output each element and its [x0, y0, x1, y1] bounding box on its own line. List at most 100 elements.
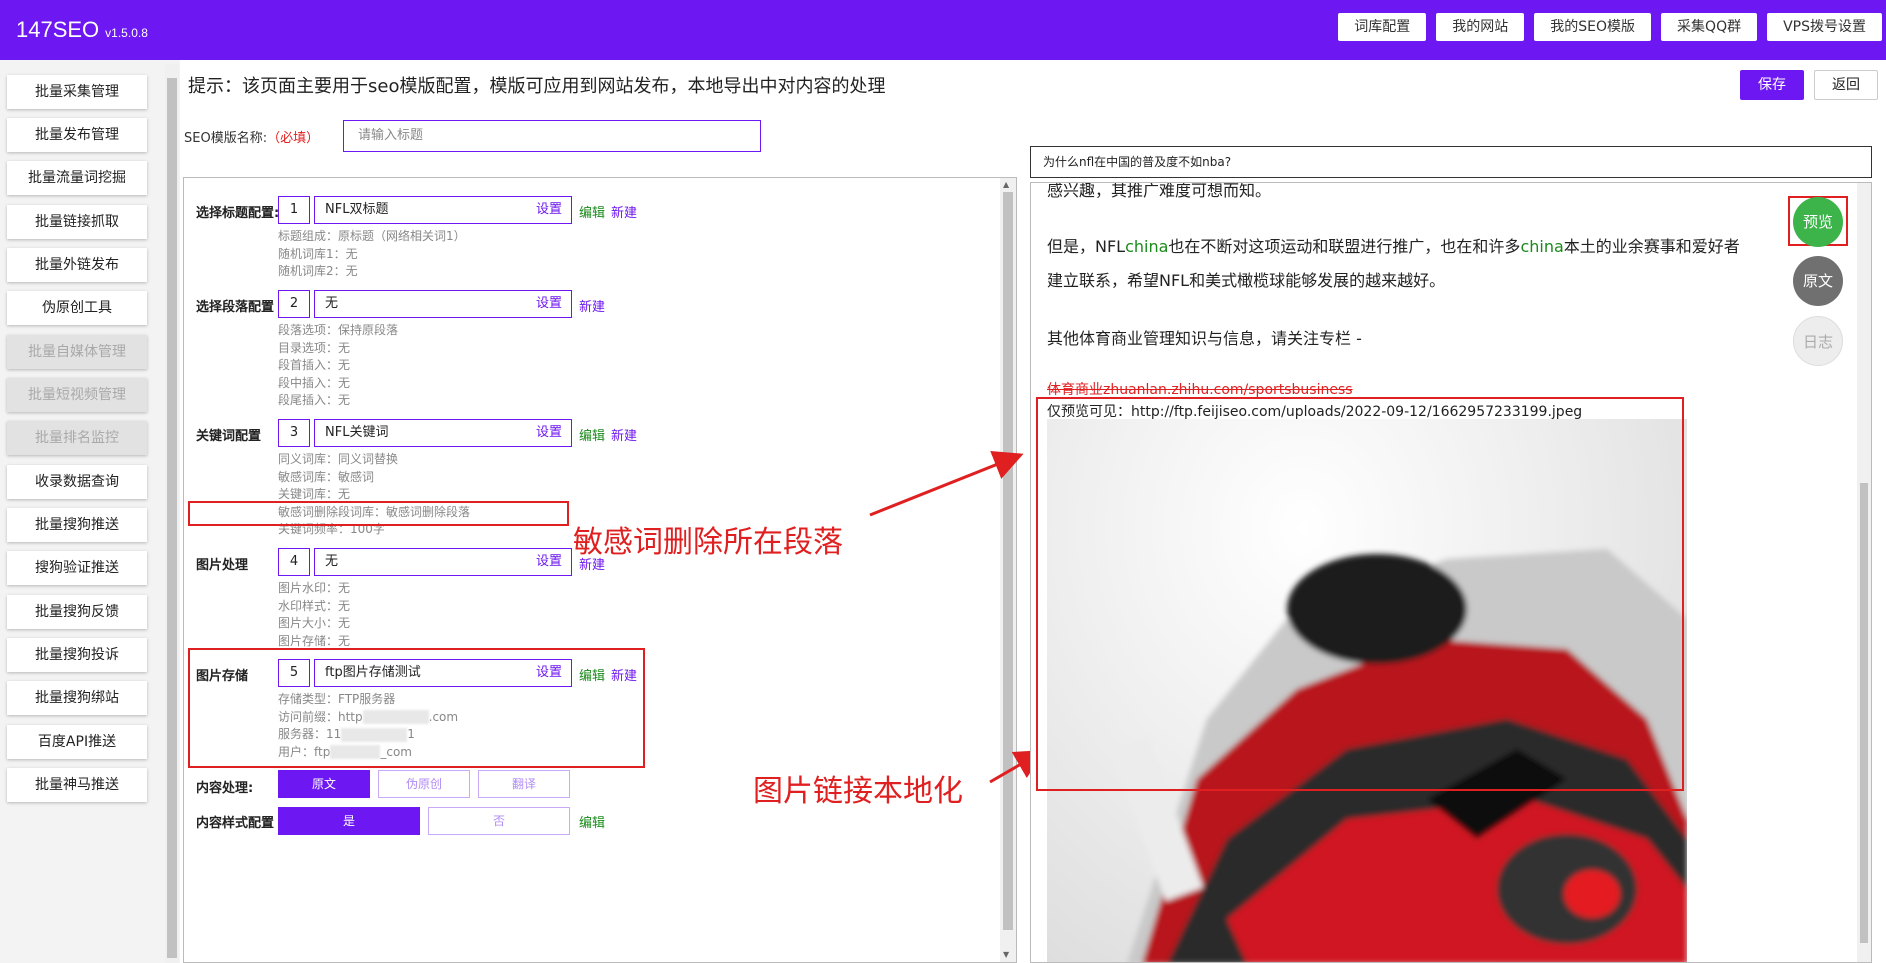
- redacted-blur: [330, 745, 381, 759]
- config-panel-scrollbar[interactable]: ▲ ▼: [1000, 178, 1016, 962]
- keyword-highlight: china: [1520, 237, 1564, 256]
- content-style-yes[interactable]: 是: [278, 807, 420, 835]
- content-proc-pseudo[interactable]: 伪原创: [378, 770, 470, 798]
- sidebar-item-traffic-keywords[interactable]: 批量流量词挖掘: [7, 161, 147, 195]
- image-proc-set-link[interactable]: 设置: [536, 549, 562, 575]
- redacted-blur: [362, 710, 429, 724]
- sidebar-scrollbar[interactable]: [165, 64, 179, 963]
- image-store-edit-link[interactable]: 编辑: [579, 665, 605, 684]
- preview-line-1-c: 本土的业余赛事和爱好者: [1563, 237, 1740, 256]
- annotation-sensitive: 敏感词删除所在段落: [573, 525, 843, 560]
- keyword-config-new-link[interactable]: 新建: [611, 425, 637, 444]
- sidebar-scrollbar-thumb[interactable]: [167, 78, 177, 958]
- sidebar-item-pseudo-original[interactable]: 伪原创工具: [7, 291, 147, 325]
- sidebar-item-batch-publish[interactable]: 批量发布管理: [7, 118, 147, 152]
- paragraph-info-line: 目录选项：无: [278, 340, 351, 355]
- preview-line-1-b: 也在不断对这项运动和联盟进行推广，也在和许多: [1168, 237, 1521, 256]
- keyword-config-label: 关键词配置: [196, 429, 262, 444]
- sidebar-item-batch-collect[interactable]: 批量采集管理: [7, 75, 147, 109]
- image-store-server: 服务器：11 1: [278, 726, 458, 744]
- preview-title[interactable]: 为什么nfl在中国的普及度不如nba?: [1030, 146, 1872, 178]
- sidebar-item-sogou-push[interactable]: 批量搜狗推送: [7, 508, 147, 542]
- top-nav: 词库配置 我的网站 我的SEO模版 采集QQ群 VPS拨号设置: [1338, 13, 1882, 41]
- sidebar-item-sogou-verify-push[interactable]: 搜狗验证推送: [7, 551, 147, 585]
- paragraph-config-info: 段落选项：保持原段落 目录选项：无 段首插入：无 段中插入：无 段尾插入：无: [278, 322, 398, 410]
- log-button[interactable]: 日志: [1793, 316, 1843, 366]
- preview-scrollbar-thumb[interactable]: [1860, 483, 1868, 943]
- image-proc-select[interactable]: 无 设置: [314, 548, 572, 576]
- title-config-select[interactable]: NFL双标题 设置: [314, 196, 572, 224]
- image-store-new-link[interactable]: 新建: [611, 665, 637, 684]
- paragraph-config-set-link[interactable]: 设置: [536, 291, 562, 317]
- image-store-type: 存储类型：FTP服务器: [278, 692, 396, 706]
- paragraph-config-new-link[interactable]: 新建: [579, 296, 605, 315]
- original-text-button[interactable]: 原文: [1793, 256, 1843, 306]
- preview-button[interactable]: 预览: [1793, 197, 1843, 247]
- preview-deleted-link[interactable]: 体育商业zhuanlan.zhihu.com/sportsbusiness: [1047, 379, 1353, 399]
- title-config-label: 选择标题配置:: [196, 206, 280, 221]
- template-name-input[interactable]: 请输入标题: [343, 120, 761, 152]
- title-config-info: 标题组成：原标题（网络相关词1） 随机词库1：无 随机词库2：无: [278, 228, 466, 281]
- title-config-set-link[interactable]: 设置: [536, 197, 562, 223]
- save-button[interactable]: 保存: [1740, 70, 1804, 100]
- image-store-set-link[interactable]: 设置: [536, 660, 562, 686]
- sidebar-item-baidu-api[interactable]: 百度API推送: [7, 725, 147, 759]
- title-config-new-link[interactable]: 新建: [611, 202, 637, 221]
- paragraph-info-line: 段中插入：无: [278, 375, 351, 390]
- sidebar-item-sogou-feedback[interactable]: 批量搜狗反馈: [7, 595, 147, 629]
- sidebar-item-media-manage: 批量自媒体管理: [7, 335, 147, 369]
- nav-my-seo-templates[interactable]: 我的SEO模版: [1534, 13, 1652, 41]
- preview-line-3: 其他体育商业管理知识与信息，请关注专栏 -: [1047, 329, 1362, 348]
- content-style-label: 内容样式配置: [196, 816, 275, 831]
- sensitive-highlight-box: [188, 501, 569, 526]
- preview-line-2: 建立联系，希望NFL和美式橄榄球能够发展的越来越好。: [1047, 271, 1446, 290]
- image-highlight-box: [1036, 397, 1684, 791]
- preview-panel: 感兴趣，其推广难度可想而知。 但是，NFLchina也在不断对这项运动和联盟进行…: [1030, 182, 1872, 963]
- paragraph-info-line: 段落选项：保持原段落: [278, 323, 399, 337]
- content-style-no[interactable]: 否: [428, 807, 570, 835]
- title-config-edit-link[interactable]: 编辑: [579, 202, 605, 221]
- paragraph-config-value: 无: [325, 296, 339, 311]
- nav-qq-group[interactable]: 采集QQ群: [1661, 13, 1758, 41]
- preview-scrollbar[interactable]: [1857, 183, 1871, 962]
- paragraph-config-select[interactable]: 无 设置: [314, 290, 572, 318]
- scroll-up-arrow-icon[interactable]: ▲: [1003, 180, 1009, 189]
- nav-vps-dial[interactable]: VPS拨号设置: [1767, 13, 1882, 41]
- keyword-config-select[interactable]: NFL关键词 设置: [314, 419, 572, 447]
- scroll-down-arrow-icon[interactable]: ▼: [1003, 950, 1009, 959]
- server-start: 服务器：11: [278, 727, 342, 741]
- image-store-info: 存储类型：FTP服务器 访问前缀：http .com 服务器：11 1 用户：ftp…: [278, 691, 458, 761]
- title-config-value: NFL双标题: [325, 202, 389, 217]
- back-button[interactable]: 返回: [1814, 70, 1878, 100]
- content-proc-translate[interactable]: 翻译: [478, 770, 570, 798]
- sidebar-item-sogou-bind[interactable]: 批量搜狗绑站: [7, 681, 147, 715]
- keyword-config-value: NFL关键词: [325, 425, 389, 440]
- nav-my-sites[interactable]: 我的网站: [1436, 13, 1525, 41]
- keyword-info-line: 敏感词库：敏感词: [278, 469, 375, 484]
- content-proc-original[interactable]: 原文: [278, 770, 370, 798]
- title-config-number[interactable]: 1: [278, 196, 310, 224]
- paragraph-config-label: 选择段落配置: [196, 300, 275, 315]
- keyword-config-edit-link[interactable]: 编辑: [579, 425, 605, 444]
- image-store-prefix: 访问前缀：http .com: [278, 709, 458, 727]
- paragraph-info-line: 段首插入：无: [278, 358, 351, 372]
- sidebar-item-video-manage: 批量短视频管理: [7, 378, 147, 412]
- sidebar-item-index-query[interactable]: 收录数据查询: [7, 465, 147, 499]
- sidebar-item-sogou-complaint[interactable]: 批量搜狗投诉: [7, 638, 147, 672]
- paragraph-config-number[interactable]: 2: [278, 290, 310, 318]
- config-panel: 选择标题配置: 1 NFL双标题 设置 编辑 新建 标题组成：原标题（网络相关词1…: [183, 177, 1017, 963]
- sidebar-item-shenma-push[interactable]: 批量神马推送: [7, 768, 147, 802]
- content-style-edit-link[interactable]: 编辑: [579, 812, 605, 831]
- keyword-config-number[interactable]: 3: [278, 419, 310, 447]
- sidebar-item-link-crawl[interactable]: 批量链接抓取: [7, 205, 147, 239]
- sidebar-item-backlink-publish[interactable]: 批量外链发布: [7, 248, 147, 282]
- keyword-config-set-link[interactable]: 设置: [536, 420, 562, 446]
- template-name-label: SEO模版名称:（必填）: [184, 127, 319, 146]
- image-proc-value: 无: [325, 554, 339, 569]
- nav-lexicon-config[interactable]: 词库配置: [1338, 13, 1427, 41]
- image-proc-info-line: 图片水印：无: [278, 581, 351, 595]
- config-panel-scrollbar-thumb[interactable]: [1003, 192, 1013, 930]
- image-store-number[interactable]: 5: [278, 659, 310, 687]
- image-store-select[interactable]: ftp图片存储测试 设置: [314, 659, 572, 687]
- image-proc-number[interactable]: 4: [278, 548, 310, 576]
